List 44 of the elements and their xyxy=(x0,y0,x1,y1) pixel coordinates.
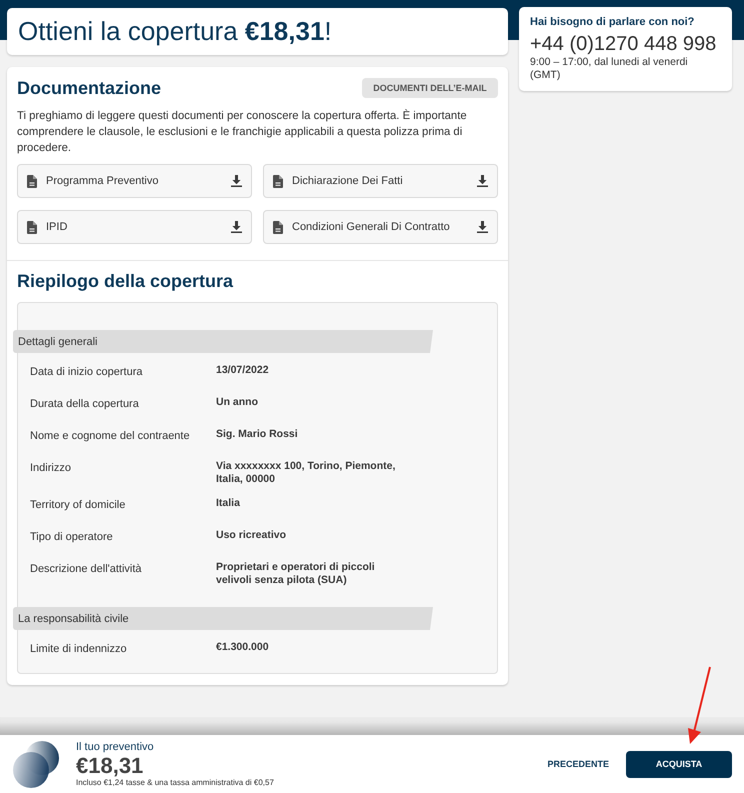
field-label: Data di inizio copertura xyxy=(30,365,144,380)
field-label: Descrizione dell'attività xyxy=(30,562,143,577)
phone-number: +44 (0)1270 448 998 xyxy=(530,33,718,55)
section-header: Dettagli generali xyxy=(13,330,433,353)
section-header: La responsabilità civile xyxy=(13,607,433,630)
field-label: Indirizzo xyxy=(30,461,72,476)
download-icon[interactable] xyxy=(477,175,488,187)
download-icon[interactable] xyxy=(231,175,242,187)
back-link[interactable]: PRECEDENTE xyxy=(547,759,609,769)
field-label: Territory of domicile xyxy=(30,498,126,513)
field-label: Nome e cognome del contraente xyxy=(30,429,191,444)
buy-button[interactable]: ACQUISTA xyxy=(626,750,732,778)
field-value: 13/07/2022 xyxy=(216,364,270,378)
field-value: Sig. Mario Rossi xyxy=(216,428,299,442)
document-download-button[interactable]: Condizioni Generali Di Contratto xyxy=(263,210,498,244)
document-icon xyxy=(273,174,283,188)
field-label: Durata della copertura xyxy=(30,397,140,412)
section-heading: Riepilogo della copertura xyxy=(17,271,234,292)
field-value: Uso ricreativo xyxy=(216,529,288,543)
field-value: Via xxxxxxxx 100, Torino, Piemonte, Italia, 00000 xyxy=(216,460,396,487)
document-download-button[interactable]: IPID xyxy=(17,210,252,244)
document-icon xyxy=(27,220,37,234)
quote-label: Il tuo preventivo xyxy=(76,740,155,754)
field-value: Italia xyxy=(216,497,241,511)
field-value: €1.300.000 xyxy=(216,641,270,655)
field-label: Tipo di operatore xyxy=(30,530,114,545)
quote-price: €18,31 xyxy=(76,754,144,778)
contact-heading: Hai bisogno di parlare con noi? xyxy=(530,16,696,28)
section-heading: Documentazione xyxy=(17,78,162,98)
opening-hours: 9:00 – 17:00, dal lunedi al venerdi (GMT) xyxy=(530,56,689,82)
field-value: Proprietari e operatori di piccoli velivoli senza pilota (SUA) xyxy=(216,561,376,588)
email-documents-button[interactable]: DOCUMENTI DELL’E-MAIL xyxy=(362,78,498,98)
field-value: Un anno xyxy=(216,396,259,410)
document-download-button[interactable]: Programma Preventivo xyxy=(17,164,252,198)
price-note: Incluso €1,24 tasse & una tassa amministrativa di €0,57 xyxy=(76,778,275,788)
document-icon xyxy=(27,174,37,188)
logo-icon xyxy=(13,740,60,788)
page-title: Ottieni la copertura €18,31! xyxy=(18,16,332,47)
document-download-button[interactable]: Dichiarazione Dei Fatti xyxy=(263,164,498,198)
document-icon xyxy=(273,220,283,234)
intro-text: Ti preghiamo di leggere questi documenti per conoscere la copertura offerta. È importante comprendere le clausole, le esclusioni e le franchigie applicabili a questa polizza prima di procedere. xyxy=(17,108,468,156)
field-label: Limite di indennizzo xyxy=(30,642,128,657)
download-icon[interactable] xyxy=(477,221,488,233)
download-icon[interactable] xyxy=(231,221,242,233)
